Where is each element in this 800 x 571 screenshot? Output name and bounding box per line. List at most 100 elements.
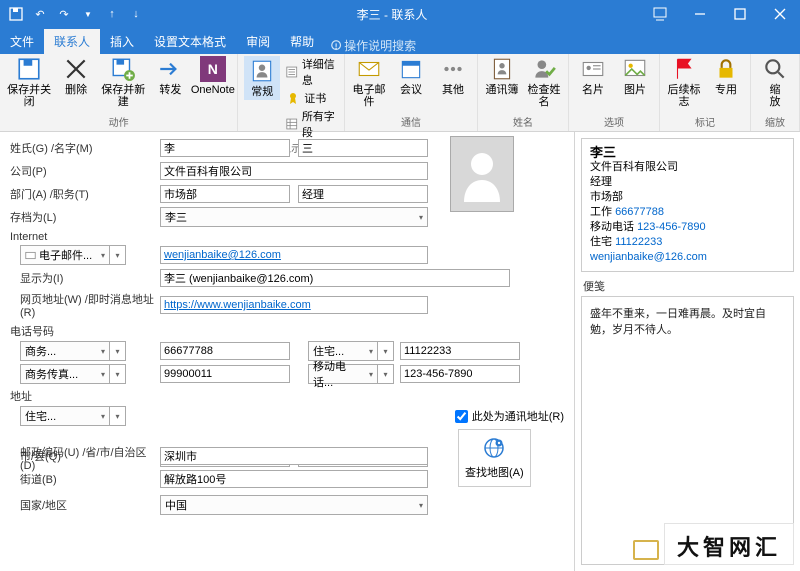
bizphone-type-select[interactable]: 商务...▾ [20,341,110,361]
group-zoom-label: 缩放 [765,114,785,129]
tab-contact[interactable]: 联系人 [44,29,100,54]
email-type-select[interactable]: 电子邮件...▾ [20,245,110,265]
email-button[interactable]: 电子邮件 [351,56,387,108]
zoom-button[interactable]: 缩 放 [757,56,793,108]
notes-text: 盛年不重来，一日难再晨。及时宜自勉，岁月不待人。 [590,308,766,336]
side-panel: 李三 文件百科有限公司 经理 市场部 工作 66677788 移动电话 123-… [574,132,800,571]
picture-button[interactable]: 图片 [617,56,653,96]
tell-me-search[interactable]: 操作说明搜索 [324,37,416,54]
country-select[interactable]: 中国▾ [160,495,428,515]
globe-icon [482,436,506,460]
general-button[interactable]: 常规 [244,56,280,100]
section-address: 地址 [10,388,564,404]
fileas-label: 存档为(L) [10,209,160,225]
bizphone-field[interactable] [160,342,290,360]
webpage-field[interactable] [160,296,428,314]
surname-field[interactable] [160,139,290,157]
fileas-select[interactable]: 李三▾ [160,207,428,227]
tab-help[interactable]: 帮助 [280,29,324,54]
close-icon[interactable] [760,0,800,28]
bizphone-more-button[interactable]: ▾ [110,341,126,361]
bizfax-type-select[interactable]: 商务传真...▾ [20,364,110,384]
maximize-icon[interactable] [720,0,760,28]
ribbon-options-icon[interactable] [640,0,680,28]
chevron-down-icon: ▾ [365,370,373,379]
bizcard-button[interactable]: 名片 [575,56,611,96]
save-new-button[interactable]: 保存并新建 [100,56,146,108]
chevron-down-icon: ▾ [415,213,423,222]
undo-icon[interactable]: ↶ [32,6,48,22]
onenote-button[interactable]: NOneNote [194,56,231,96]
forward-button[interactable]: 转发 [152,56,188,96]
minimize-icon[interactable] [680,0,720,28]
mobile-field[interactable] [400,365,520,383]
bizfax-field[interactable] [160,365,290,383]
chevron-down-icon[interactable]: ▼ [80,6,96,22]
bc-company: 文件百科有限公司 [590,160,785,175]
business-card-preview[interactable]: 李三 文件百科有限公司 经理 市场部 工作 66677788 移动电话 123-… [581,138,794,272]
cert-button[interactable]: 证书 [286,90,338,106]
street-field[interactable] [160,470,428,488]
company-label: 公司(P) [10,163,160,179]
bc-email: wenjianbaike@126.com [590,250,785,265]
bc-title: 经理 [590,175,785,190]
webpage-label: 网页地址(W) /即时消息地址(R) [10,291,160,319]
mobile-type-select[interactable]: 移动电话...▾ [308,364,378,384]
city-field[interactable] [160,447,428,465]
chevron-down-icon: ▾ [415,501,423,510]
meeting-button[interactable]: 会议 [393,56,429,96]
givenname-field[interactable] [298,139,428,157]
dept-label: 部门(A) /职务(T) [10,186,160,202]
section-internet: Internet [10,231,564,243]
tab-file[interactable]: 文件 [0,29,44,54]
bc-dept: 市场部 [590,190,785,205]
chevron-down-icon: ▾ [97,251,105,260]
other-button[interactable]: 其他 [435,56,471,96]
displayas-label: 显示为(I) [10,270,160,286]
save-close-button[interactable]: 保存并关闭 [6,56,52,108]
chevron-down-icon: ▾ [97,370,105,379]
group-comm-label: 通信 [401,114,421,129]
jobtitle-field[interactable] [298,185,428,203]
mobile-more-button[interactable]: ▾ [378,364,394,384]
surname-label: 姓氏(G) /名字(M) [10,140,160,156]
chevron-down-icon: ▾ [97,347,105,356]
company-field[interactable] [160,162,428,180]
chevron-down-icon: ▾ [365,347,373,356]
down-arrow-icon[interactable]: ↓ [128,6,144,22]
homephone-field[interactable] [400,342,520,360]
map-button[interactable]: 查找地图(A) [458,429,531,487]
brand-text: 大智网汇 [677,530,781,562]
quick-access-toolbar: ↶ ↷ ▼ ↑ ↓ [0,6,144,22]
homephone-more-button[interactable]: ▾ [378,341,394,361]
bc-name: 李三 [590,145,785,160]
redo-icon[interactable]: ↷ [56,6,72,22]
country-label: 国家/地区 [10,497,160,513]
dept-field[interactable] [160,185,290,203]
details-button[interactable]: 详细信息 [286,56,338,88]
addr-type-select[interactable]: 住宅...▾ [20,406,110,426]
tab-insert[interactable]: 插入 [100,29,144,54]
ribbon-tabs: 文件 联系人 插入 设置文本格式 审阅 帮助 操作说明搜索 [0,28,800,54]
ribbon: 保存并关闭 删除 保存并新建 转发 NOneNote 动作 常规 详细信息 证书… [0,54,800,132]
contact-photo[interactable] [450,136,514,212]
mailing-address-checkbox[interactable]: 此处为通讯地址(R) [455,408,564,424]
followup-button[interactable]: 后续标志 [666,56,702,108]
window-title: 李三 - 联系人 [144,6,640,23]
delete-button[interactable]: 删除 [58,56,94,96]
bizfax-more-button[interactable]: ▾ [110,364,126,384]
addr-more-button[interactable]: ▾ [110,406,126,426]
watermark-brand: 大智网汇 [664,523,794,565]
tab-format[interactable]: 设置文本格式 [144,29,236,54]
checkname-button[interactable]: 检查姓名 [526,56,562,108]
up-arrow-icon[interactable]: ↑ [104,6,120,22]
email-more-button[interactable]: ▾ [110,245,126,265]
card-icon [25,250,36,261]
street-label: 街道(B) [10,471,160,487]
email-field[interactable] [160,246,428,264]
private-button[interactable]: 专用 [708,56,744,96]
displayas-field[interactable] [160,269,510,287]
tab-review[interactable]: 审阅 [236,29,280,54]
save-icon[interactable] [8,6,24,22]
addressbook-button[interactable]: 通讯簿 [484,56,520,96]
